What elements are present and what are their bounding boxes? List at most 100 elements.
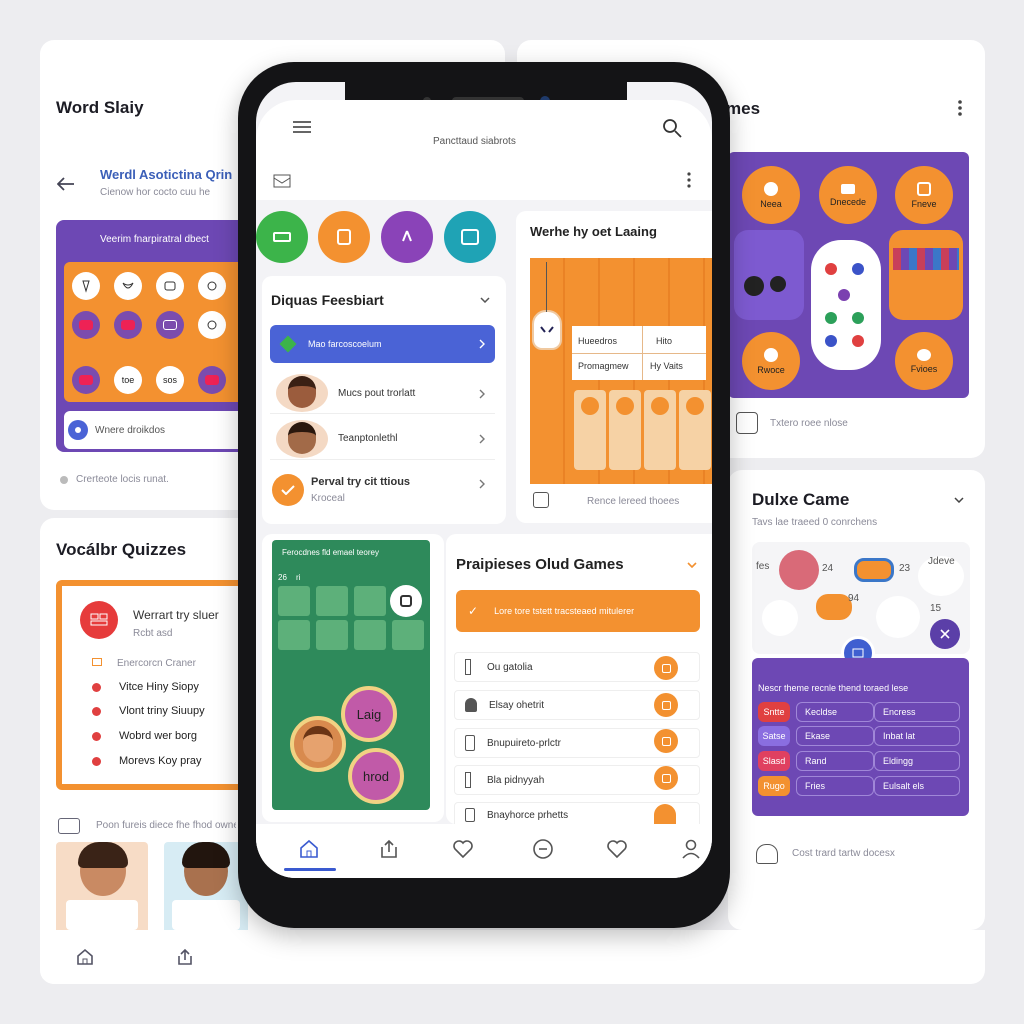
play-icon[interactable] (654, 693, 678, 717)
grid-tile[interactable] (156, 272, 184, 300)
tab-heart-icon[interactable] (450, 836, 476, 862)
quiz-back-title: Werdl Asotictina Qrin (100, 167, 233, 182)
game-tile[interactable]: Fvioes (895, 332, 953, 390)
board-cell[interactable] (316, 620, 348, 650)
grid-tile[interactable] (198, 272, 226, 300)
avatar (276, 374, 328, 412)
close-icon[interactable] (930, 619, 960, 649)
popular-banner[interactable]: ✓ Lore tore tstett tracsteaed mitulerer (456, 590, 700, 632)
chevron-down-icon[interactable] (952, 494, 966, 506)
share-icon[interactable] (174, 946, 196, 968)
panel-heading: Nescr theme recnle thend toraed lese (758, 683, 909, 693)
table-row[interactable]: Slasd Rand Eldingg (758, 751, 964, 771)
list-item-label[interactable]: Perval try cit ttious (311, 476, 410, 488)
board-piece[interactable] (816, 594, 852, 620)
table-row[interactable]: Rugo Fries Eulsalt els (758, 776, 964, 796)
list-item[interactable]: Vitce Hiny Siopy (92, 678, 237, 696)
grid-tile[interactable] (198, 366, 226, 394)
grid-tile[interactable] (72, 311, 100, 339)
header-title: Pancttaud siabrots (433, 136, 516, 147)
people-icon (756, 844, 778, 864)
back-arrow-icon[interactable] (56, 174, 76, 194)
game-piece-icon (852, 312, 864, 324)
play-icon[interactable] (654, 729, 678, 753)
tab-favorite-icon[interactable] (604, 836, 630, 862)
board-cell[interactable] (354, 586, 386, 616)
green-num: ri (296, 573, 301, 582)
tab-share-icon[interactable] (376, 836, 402, 862)
board-cell[interactable] (278, 620, 310, 650)
grid-tile[interactable] (156, 311, 184, 339)
timer-icon[interactable] (390, 585, 422, 617)
list-item[interactable]: Wobrd wer borg (92, 727, 237, 745)
profile-card[interactable] (172, 900, 240, 930)
chevron-down-icon[interactable] (686, 560, 698, 570)
quiz-back-subtitle: Cienow hor cocto cuu he (100, 187, 211, 198)
word-slay-title: Word Slaiy (56, 98, 144, 117)
chevron-down-icon[interactable] (479, 295, 491, 305)
board-piece[interactable] (854, 558, 894, 582)
category-button[interactable] (256, 211, 308, 263)
check-circle-icon (272, 474, 304, 506)
category-button[interactable] (381, 211, 433, 263)
word-bubble[interactable]: Laig (341, 686, 397, 742)
game-icon (465, 698, 477, 712)
game-tile[interactable] (811, 240, 881, 370)
bullet-icon (92, 706, 101, 716)
play-icon[interactable] (654, 766, 678, 790)
category-button[interactable] (444, 211, 496, 263)
list-item-highlight[interactable]: Mao farcoscoelum (270, 325, 495, 363)
list-item[interactable]: Morevs Koy pray (92, 752, 237, 770)
kebab-menu-icon[interactable] (684, 170, 694, 190)
table-row[interactable]: Sntte Kecldse Encress (758, 702, 964, 722)
learning-title: Werhe hy oet Laaing (530, 224, 657, 239)
home-icon[interactable] (74, 946, 96, 968)
game-tile[interactable] (734, 230, 804, 320)
grid-tile[interactable] (114, 311, 142, 339)
board-piece[interactable] (779, 550, 819, 590)
game-tile[interactable]: Dnecede (819, 166, 877, 224)
list-item[interactable]: Vlont triny Siuupy (92, 702, 237, 720)
more-menu-icon[interactable] (950, 98, 970, 118)
slot-icon (686, 397, 704, 415)
check-icon: ✓ (468, 604, 479, 618)
game-tile[interactable]: Rwoce (742, 332, 800, 390)
board-cell[interactable] (354, 620, 386, 650)
board-piece[interactable] (876, 596, 920, 638)
search-icon[interactable] (660, 116, 684, 140)
word-bubble[interactable]: hrod (348, 748, 404, 804)
tab-chat-icon[interactable] (530, 836, 556, 862)
board-cell[interactable] (392, 620, 424, 650)
grid-tile[interactable] (114, 272, 142, 300)
tab-home-icon[interactable] (296, 836, 322, 862)
chevron-right-icon (478, 388, 486, 400)
category-button[interactable] (318, 211, 370, 263)
game-tile[interactable]: Neea (742, 166, 800, 224)
grid-tile[interactable] (198, 311, 226, 339)
chevron-right-icon (478, 338, 486, 350)
list-item-label: Teanptonlethl (338, 433, 398, 444)
grid-tile[interactable] (72, 272, 100, 300)
profile-card[interactable] (66, 900, 138, 930)
inbox-icon[interactable] (272, 172, 292, 190)
game-icon (465, 772, 471, 788)
board-piece[interactable] (762, 600, 798, 636)
game-tile[interactable] (889, 230, 963, 320)
tab-profile-icon[interactable] (678, 836, 704, 862)
green-num: 26 (278, 573, 287, 582)
grid-tile[interactable]: toe (114, 366, 142, 394)
board-cell[interactable] (278, 586, 310, 616)
hamburger-icon[interactable] (292, 119, 312, 135)
bullet-icon (92, 731, 101, 741)
game-tile[interactable]: Fneve (895, 166, 953, 224)
game-icon (465, 735, 475, 751)
play-icon[interactable] (654, 656, 678, 680)
board-cell[interactable] (316, 586, 348, 616)
grid-tile[interactable]: sos (156, 366, 184, 394)
section-icon (92, 658, 102, 666)
board-label: Jdeve (928, 556, 955, 567)
grid-tile[interactable] (72, 366, 100, 394)
play-icon[interactable] (654, 804, 676, 824)
phone-header (256, 100, 712, 200)
table-row[interactable]: Satse Ekase Inbat lat (758, 726, 964, 746)
